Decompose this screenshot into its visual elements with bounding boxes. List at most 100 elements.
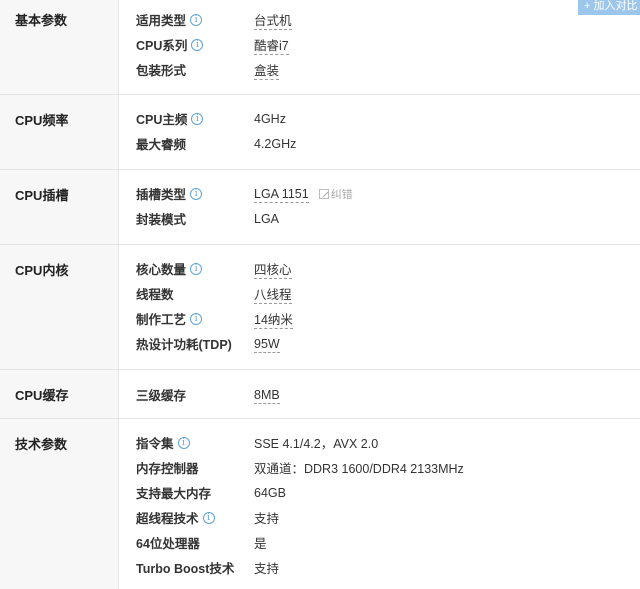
spec-label-text: 最大睿频	[136, 138, 187, 152]
spec-row: 适用类型 i 台式机	[119, 7, 640, 32]
spec-section: CPU缓存 三级缓存 8MB	[0, 370, 640, 419]
spec-value: LGA	[254, 212, 279, 226]
spec-label: 核心数量 i	[136, 259, 203, 278]
report-error-label: 纠错	[330, 188, 353, 201]
info-icon[interactable]: i	[202, 511, 215, 524]
spec-value-text: 64GB	[254, 485, 286, 500]
spec-label: 指令集 i	[136, 433, 190, 452]
spec-value-text: 支持	[254, 512, 280, 526]
spec-row: 制作工艺 i 14纳米	[119, 306, 640, 331]
spec-label: 支持最大内存	[136, 483, 211, 502]
spec-label-text: 超线程技术	[136, 512, 199, 526]
info-icon[interactable]: i	[190, 262, 203, 275]
spec-row: 支持最大内存 64GB	[119, 480, 640, 505]
spec-section: 技术参数 指令集 i SSE 4.1/4.2，AVX 2.0 内存控制器 双通道：DDR3…	[0, 419, 640, 589]
section-title: CPU内核	[0, 245, 119, 369]
spec-value-link[interactable]: 95W	[254, 336, 280, 353]
spec-value-link[interactable]: 四核心	[254, 263, 292, 279]
info-icon[interactable]: i	[191, 38, 204, 51]
section-title: 基本参数	[0, 0, 119, 94]
spec-value-text: 支持	[254, 562, 280, 576]
spec-value: 64GB	[254, 486, 286, 500]
spec-value: 支持	[254, 508, 279, 527]
spec-label: 适用类型 i	[136, 10, 203, 29]
section-title: CPU插槽	[0, 170, 119, 244]
spec-value-link[interactable]: 酷睿i7	[254, 39, 289, 55]
spec-label-text: Turbo Boost技术	[136, 562, 235, 576]
spec-value: 八线程	[254, 284, 292, 304]
spec-row: 热设计功耗(TDP) 95W	[119, 331, 640, 356]
report-error-link[interactable]: 纠错	[318, 188, 353, 201]
spec-value-text: LGA	[254, 211, 280, 226]
section-body: 三级缓存 8MB	[119, 370, 640, 418]
spec-section: CPU插槽 插槽类型 i LGA 1151 纠错 封装模式 LGA	[0, 170, 640, 245]
spec-label: 三级缓存	[136, 385, 186, 404]
spec-row: 线程数 八线程	[119, 281, 640, 306]
spec-section: CPU频率 CPU主频 i 4GHz 最大睿频 4.2GHz	[0, 95, 640, 170]
section-body: 指令集 i SSE 4.1/4.2，AVX 2.0 内存控制器 双通道：DDR3 160…	[119, 419, 640, 589]
spec-label: CPU系列 i	[136, 35, 204, 54]
info-icon[interactable]: i	[177, 436, 190, 449]
section-body: 插槽类型 i LGA 1151 纠错封装模式 LGA	[119, 170, 640, 244]
spec-row: Turbo Boost技术 支持	[119, 555, 640, 580]
spec-label-text: 封装模式	[136, 213, 187, 227]
spec-label: Turbo Boost技术	[136, 558, 234, 577]
spec-label: 插槽类型 i	[136, 184, 203, 203]
spec-value-link[interactable]: 盒装	[254, 64, 280, 80]
spec-value: 8MB	[254, 387, 280, 404]
spec-label: 线程数	[136, 284, 174, 303]
spec-value-link[interactable]: 台式机	[254, 14, 292, 30]
spec-value: 支持	[254, 558, 279, 577]
spec-value: 是	[254, 533, 267, 552]
spec-label-text: CPU主频	[136, 113, 188, 127]
spec-label-text: 插槽类型	[136, 188, 187, 202]
info-icon[interactable]: i	[190, 187, 203, 200]
spec-value: 14纳米	[254, 309, 293, 329]
spec-row: 超线程技术 i 支持	[119, 505, 640, 530]
spec-row: 包装形式 盒装	[119, 57, 640, 82]
spec-label: 热设计功耗(TDP)	[136, 334, 232, 353]
section-body: 适用类型 i 台式机 CPU系列 i 酷睿i7 包装形式 盒装	[119, 0, 640, 94]
spec-value: 酷睿i7	[254, 35, 289, 55]
spec-row: 64位处理器 是	[119, 530, 640, 555]
spec-label-text: 包装形式	[136, 64, 187, 78]
spec-value-link[interactable]: 14纳米	[254, 313, 293, 329]
spec-label: 超线程技术 i	[136, 508, 215, 527]
spec-value: 双通道：DDR3 1600/DDR4 2133MHz	[254, 458, 464, 477]
edit-icon	[318, 188, 329, 199]
spec-value: 四核心	[254, 259, 292, 279]
spec-value-text: 双通道：DDR3 1600/DDR4 2133MHz	[254, 462, 464, 476]
spec-value-link[interactable]: LGA 1151	[254, 186, 309, 203]
section-title: CPU缓存	[0, 370, 119, 418]
spec-label-text: 三级缓存	[136, 389, 187, 403]
spec-label-text: 内存控制器	[136, 462, 199, 476]
section-title: 技术参数	[0, 419, 119, 589]
info-icon[interactable]: i	[190, 312, 203, 325]
spec-label: 制作工艺 i	[136, 309, 203, 328]
spec-value-text: 4GHz	[254, 111, 286, 126]
spec-value-link[interactable]: 8MB	[254, 387, 280, 404]
spec-label-text: CPU系列	[136, 39, 188, 53]
spec-label: 64位处理器	[136, 533, 200, 552]
spec-value: SSE 4.1/4.2，AVX 2.0	[254, 433, 378, 452]
add-to-compare-button[interactable]: + 加入对比	[578, 0, 640, 15]
spec-value: 盒装	[254, 60, 280, 80]
section-title: CPU频率	[0, 95, 119, 169]
spec-value: LGA 1151 纠错	[254, 186, 353, 203]
spec-label: 最大睿频	[136, 134, 186, 153]
section-body: CPU主频 i 4GHz 最大睿频 4.2GHz	[119, 95, 640, 169]
spec-label-text: 核心数量	[136, 263, 187, 277]
spec-value-text: 4.2GHz	[254, 136, 297, 151]
spec-label-text: 适用类型	[136, 14, 187, 28]
spec-label-text: 支持最大内存	[136, 487, 212, 501]
spec-label: 包装形式	[136, 60, 186, 79]
spec-row: 内存控制器 双通道：DDR3 1600/DDR4 2133MHz	[119, 455, 640, 480]
info-icon[interactable]: i	[190, 13, 203, 26]
info-icon[interactable]: i	[191, 112, 204, 125]
spec-value: 4.2GHz	[254, 137, 296, 151]
spec-row: 封装模式 LGA	[119, 206, 640, 231]
spec-row: 最大睿频 4.2GHz	[119, 131, 640, 156]
spec-value-link[interactable]: 八线程	[254, 288, 292, 304]
spec-label: 封装模式	[136, 209, 186, 228]
spec-row: CPU系列 i 酷睿i7	[119, 32, 640, 57]
